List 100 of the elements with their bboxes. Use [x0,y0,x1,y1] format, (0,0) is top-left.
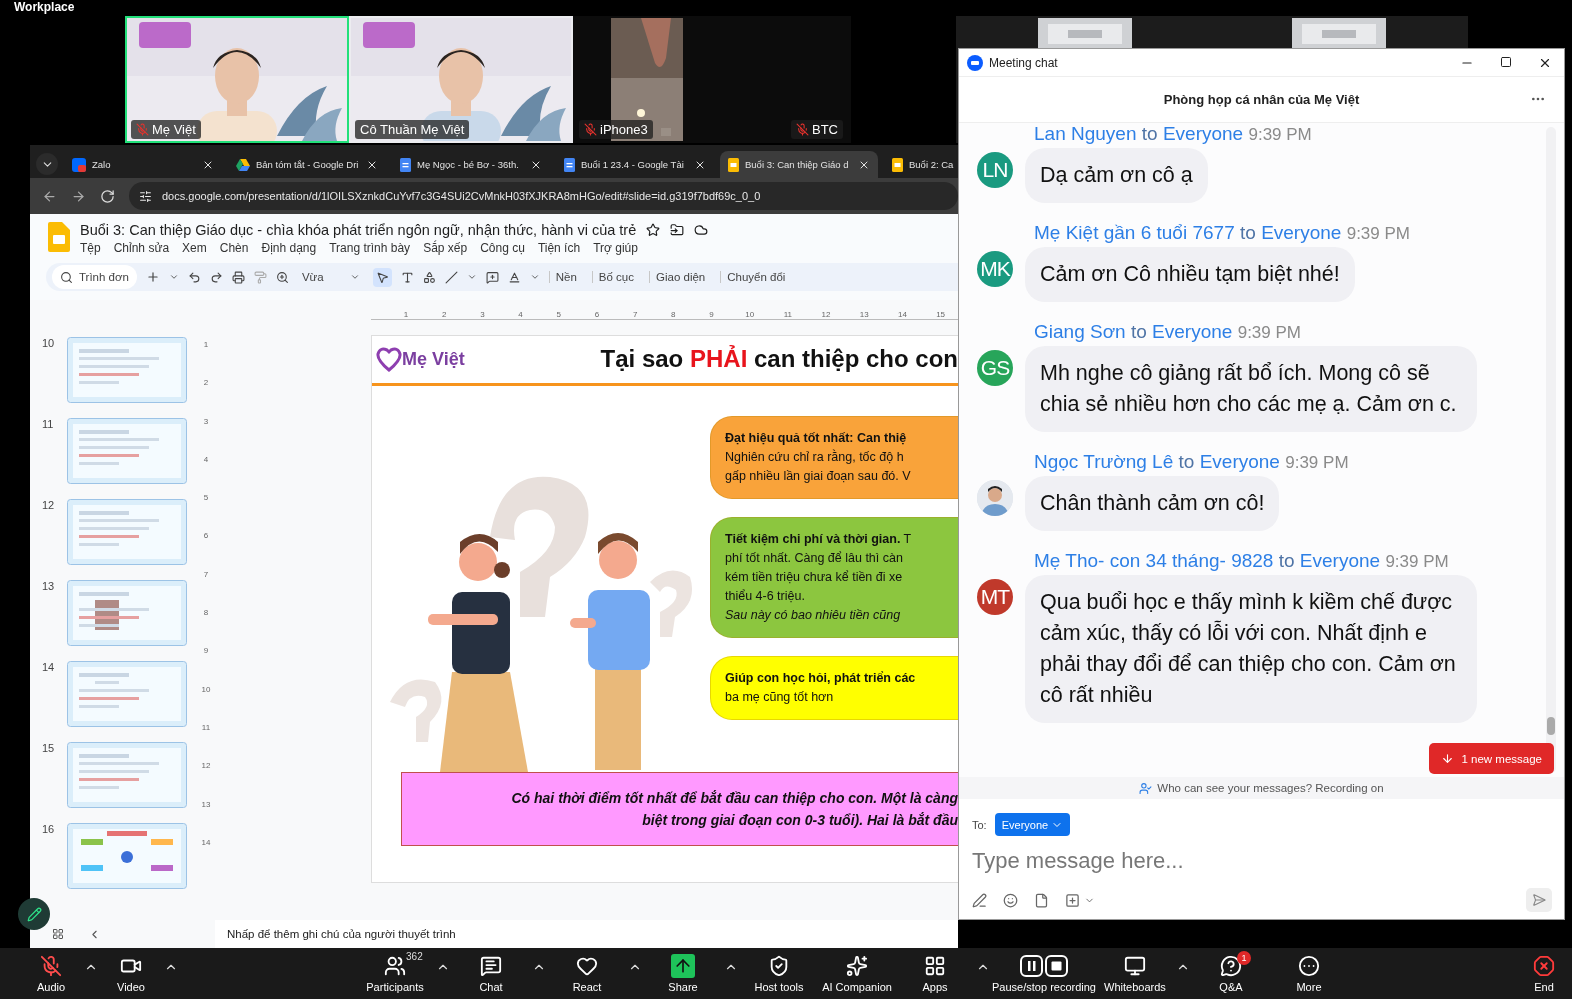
speaker-notes-field[interactable]: Nhấp để thêm ghi chú của người thuyết trình [215,920,958,948]
format-icon[interactable] [972,892,987,908]
ruler-number: 14 [201,836,211,849]
annotate-button[interactable] [18,898,50,930]
question-bubble-icon [1220,955,1242,977]
menu-search-field[interactable]: Trình đơn [52,265,137,289]
browser-tab[interactable]: Buổi 3: Can thiệp Giáo d [720,151,878,178]
emoji-icon[interactable] [1003,892,1018,908]
select-tool-icon[interactable] [372,267,392,287]
zoom-select[interactable]: Vừa [297,271,364,283]
browser-tab[interactable]: Zalo [64,151,222,178]
tab-list-button[interactable] [36,153,58,175]
browser-tab[interactable]: Bản tóm tắt - Google Dri [228,151,386,178]
text-style-icon[interactable] [507,270,521,284]
slide-thumbnail[interactable] [67,418,187,484]
menu-item[interactable]: Chèn [219,241,249,255]
slide-number: 14 [42,661,54,673]
meeting-toolbar-button[interactable]: 362 Participants [356,954,435,998]
muted-mic-icon [584,123,597,136]
browser-tab[interactable]: Buổi 1 23.4 - Google Tài [556,151,714,178]
message-input[interactable]: Type message here... [972,848,1552,874]
meeting-toolbar-button[interactable]: Pause/stop recording [992,954,1096,998]
cloud-icon[interactable] [694,223,709,237]
recipient-dropdown[interactable]: Everyone [994,813,1071,836]
ruler-number: 5 [203,492,209,505]
meeting-toolbar-button[interactable]: End [1524,954,1564,998]
star-icon[interactable] [646,223,661,237]
menu-item[interactable]: Trợ giúp [593,241,638,255]
site-info-icon[interactable] [139,189,152,203]
document-title[interactable]: Buổi 3: Can thiệp Giáo dục - chìa khóa phát triển ngôn ngữ, nhận thức, hành vi của trẻ [80,222,637,238]
menu-item[interactable]: Sắp xếp [423,241,468,255]
toolbar-button[interactable]: Chuyển đổi [720,271,792,283]
meeting-toolbar-button[interactable]: AI Companion [818,954,897,998]
ruler-number: 13 [858,310,870,319]
menu-item[interactable]: Chỉnh sửa [113,241,170,255]
apps-icon [924,955,947,977]
meeting-toolbar-button[interactable]: Audio [20,954,82,998]
meeting-toolbar-button[interactable]: Chat [452,954,531,998]
recipient-label: To: [972,818,987,831]
ruler-number: 6 [203,530,209,543]
browser-tab[interactable]: Mẹ Ngọc - bé Bơ - 36th. [392,151,550,178]
slide-number: 16 [42,823,54,835]
move-folder-icon[interactable] [670,223,685,237]
menu-item[interactable]: Trang trình bày [329,241,411,255]
toolbar-button[interactable]: Giao diện [649,271,712,283]
presentation-icon [892,157,903,172]
line-icon[interactable] [444,270,458,284]
ruler-number: 3 [203,415,209,428]
grid-view-icon[interactable] [52,928,64,940]
undo-icon[interactable] [187,270,201,284]
meeting-toolbar-button[interactable]: Whiteboards [1096,954,1174,998]
drive-icon [236,158,250,171]
zoom-icon[interactable] [275,270,289,284]
new-message-button[interactable]: 1 new message [1429,743,1554,774]
meeting-toolbar-button[interactable]: Video [100,954,162,998]
toolbar-button[interactable]: Nền [548,271,583,283]
comment-icon[interactable] [485,270,499,284]
menu-item[interactable]: Tệp [80,241,101,255]
send-button[interactable] [1526,888,1552,912]
meeting-toolbar-button[interactable]: Apps [896,954,975,998]
meeting-toolbar-button[interactable]: Host tools [740,954,819,998]
scrollbar-thumb[interactable] [1547,717,1555,735]
slide-thumbnail[interactable] [67,661,187,727]
back-icon[interactable] [42,188,57,204]
shapes-icon[interactable] [422,270,436,284]
new-slide-icon[interactable] [145,270,160,284]
slide-thumbnail[interactable] [67,823,187,889]
muted-microphone-icon [40,955,62,977]
search-icon [60,270,73,284]
send-icon [1532,893,1546,907]
browser-tab[interactable]: Buổi 2: Ca [884,151,958,178]
ruler-number: 15 [935,310,947,319]
menu-item[interactable]: Tiện ích [537,241,581,255]
slide-thumbnail[interactable] [67,580,187,646]
print-icon[interactable] [231,270,245,284]
redo-icon[interactable] [209,270,223,284]
chevron-down-icon [349,272,360,282]
text-box-icon[interactable] [400,270,414,284]
menu-item[interactable]: Định dạng [261,241,317,255]
toolbar-button[interactable]: Bố cục [591,271,640,283]
file-icon[interactable] [1034,892,1049,908]
forward-icon[interactable] [71,188,86,204]
menu-item[interactable]: Xem [182,241,207,255]
slide-number: 10 [42,337,54,349]
meeting-toolbar-button[interactable]: 1 Q&A [1192,954,1270,998]
participant-name: BTC [791,120,843,139]
meeting-toolbar-button[interactable]: React [548,954,627,998]
menu-item[interactable]: Công cụ [480,241,525,255]
slide-thumbnail[interactable] [67,499,187,565]
reload-icon[interactable] [100,188,115,204]
chat-app-icon [72,157,86,172]
slide-thumbnail[interactable] [67,337,187,403]
app-title: Workplace [14,1,75,13]
screenshot-icon[interactable] [1065,892,1080,908]
slide-thumbnail[interactable] [67,742,187,808]
maximize-icon[interactable] [1500,55,1512,68]
address-field[interactable]: docs.google.com/presentation/d/1lOILSXznkdCuYvf7c3G4SUi2CvMnkH03fXJKRA8mHGo/edit#slide=id.g319f7bdf69c_0_0 [129,182,958,210]
meeting-toolbar-button[interactable]: More [1270,954,1348,998]
ruler-number: 3 [479,310,486,319]
meeting-toolbar-button[interactable]: Share [644,954,723,998]
